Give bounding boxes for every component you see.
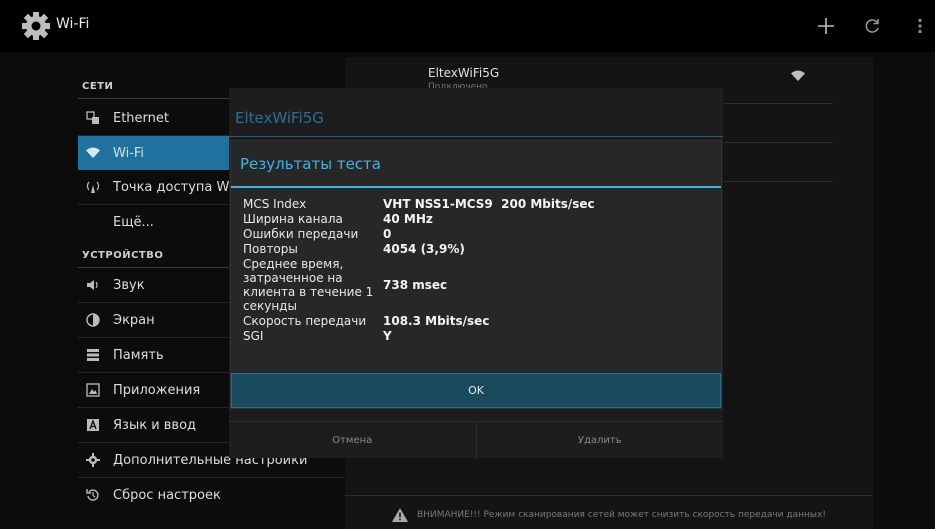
overflow-menu-button[interactable]	[906, 12, 934, 40]
result-value: 4054 (3,9%)	[383, 242, 465, 256]
sidebar-item-label: Язык и ввод	[113, 417, 197, 433]
blank-icon-slot	[83, 212, 103, 232]
ethernet-icon	[83, 108, 103, 128]
test-results-dialog: Результаты теста MCS Index VHT NSS1-MCS9…	[230, 140, 722, 409]
add-network-button[interactable]	[812, 12, 840, 40]
gear-icon	[83, 450, 103, 470]
ok-button[interactable]: OK	[231, 373, 721, 408]
result-value: 108.3 Mbits/sec	[383, 314, 490, 328]
cancel-button[interactable]: Отмена	[229, 422, 476, 459]
result-row: Среднее время, затраченное на клиента в …	[243, 257, 713, 313]
overflow-icon	[918, 19, 922, 33]
sidebar-item-label: Память	[113, 347, 164, 363]
sidebar-item-label: Ещё...	[113, 214, 154, 230]
dialog-title-divider	[229, 136, 723, 137]
sidebar-item-label: Экран	[113, 312, 155, 328]
result-row: SGI Y	[243, 329, 713, 343]
dialog-title: Результаты теста	[240, 155, 381, 173]
result-key: Ширина канала	[243, 212, 343, 226]
result-row: Повторы 4054 (3,9%)	[243, 242, 713, 256]
result-key: Среднее время, затраченное на клиента в …	[243, 257, 374, 313]
dialog-title-divider	[231, 186, 721, 188]
warning-icon	[392, 507, 409, 522]
warning-divider	[345, 495, 873, 496]
result-key: MCS Index	[243, 197, 307, 211]
result-row: Ширина канала 40 MHz	[243, 212, 713, 226]
result-value: VHT NSS1-MCS9 200 Mbits/sec	[383, 197, 595, 211]
dialog-button-bar: Отмена Удалить	[229, 421, 723, 459]
network-dialog-title: EltexWiFi5G	[235, 109, 324, 127]
result-value: Y	[383, 329, 392, 343]
result-row: MCS Index VHT NSS1-MCS9 200 Mbits/sec	[243, 197, 713, 211]
refresh-icon	[865, 19, 879, 33]
refresh-button[interactable]	[858, 12, 886, 40]
reset-icon	[83, 485, 103, 505]
result-key: Скорость передачи	[243, 314, 367, 328]
sidebar-item-label: Сброс настроек	[113, 487, 221, 503]
section-header-networks: СЕТИ	[82, 81, 114, 92]
sound-icon	[83, 275, 103, 295]
result-value: 0	[383, 227, 392, 241]
storage-icon	[83, 345, 103, 365]
results-list: MCS Index VHT NSS1-MCS9 200 Mbits/sec Ши…	[243, 197, 713, 344]
result-value: 40 MHz	[383, 212, 433, 226]
wifi-icon	[83, 143, 103, 163]
sidebar-item-label: Приложения	[113, 382, 201, 398]
plus-icon	[818, 18, 834, 34]
result-row: Скорость передачи 108.3 Mbits/sec	[243, 314, 713, 328]
display-icon	[83, 310, 103, 330]
sidebar-item-label: Ethernet	[113, 110, 169, 126]
result-row: Ошибки передачи 0	[243, 227, 713, 241]
sidebar-item-label: Точка доступа Wi-Fi	[113, 179, 248, 195]
action-bar: Wi-Fi	[0, 0, 935, 52]
warning-text: ВНИМАНИЕ!!! Режим сканирования сетей мож…	[417, 509, 826, 520]
language-icon	[83, 415, 103, 435]
delete-button[interactable]: Удалить	[475, 422, 724, 459]
app-title: Wi-Fi	[56, 16, 90, 32]
sidebar-item-label: Звук	[113, 277, 145, 293]
sidebar-item-label: Wi-Fi	[113, 145, 145, 161]
result-key: SGI	[243, 329, 264, 343]
apps-icon	[83, 380, 103, 400]
sidebar-item-reset[interactable]: Сброс настроек	[78, 478, 348, 512]
scan-warning-bar: ВНИМАНИЕ!!! Режим сканирования сетей мож…	[345, 500, 873, 529]
result-value: 738 msec	[383, 278, 448, 292]
section-header-device: УСТРОЙСТВО	[82, 250, 164, 261]
result-key: Повторы	[243, 242, 298, 256]
network-name: EltexWiFi5G	[428, 66, 500, 80]
settings-app-icon[interactable]	[20, 10, 52, 42]
result-key: Ошибки передачи	[243, 227, 359, 241]
wifi-signal-icon	[791, 70, 805, 81]
hotspot-icon	[83, 177, 103, 197]
